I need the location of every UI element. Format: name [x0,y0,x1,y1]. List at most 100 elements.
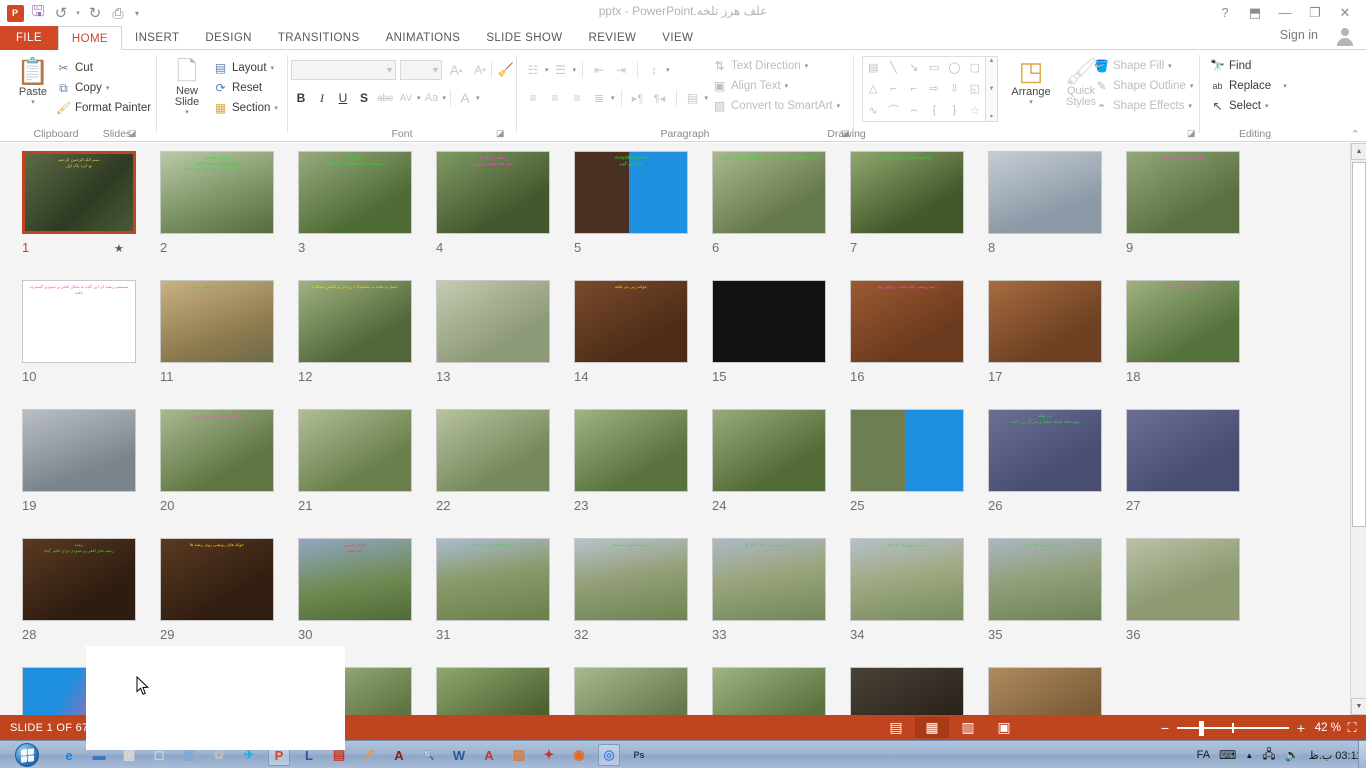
slide-thumbnail-8[interactable]: 8 [988,151,1102,255]
shape-effects-dropdown-icon[interactable]: ▾ [1188,102,1192,110]
line-spacing-button[interactable]: ↕ [644,60,664,80]
slide-image[interactable] [850,409,964,492]
reset-button[interactable]: ⟳ Reset [213,78,278,98]
shape-elbow-icon[interactable]: ⌐ [890,83,896,95]
justify-dropdown-icon[interactable]: ▾ [611,94,615,102]
slide-thumbnail-3[interactable]: گیاه تلخه مشخصات گیاهشناسی و پراکنش 3 [298,151,412,255]
slide-image[interactable]: خسارت تلخه به محصولات زراعی و کاهش عملکر… [298,280,412,363]
show-desktop-button[interactable] [1358,741,1366,768]
slide-thumbnail-16[interactable]: رشد رویشی گیاه تلخه در اوایل بهار 16 [850,280,964,384]
font-color-dropdown-icon[interactable]: ▾ [476,94,480,102]
shape-folded-corner-icon[interactable]: ◱ [970,82,980,95]
slide-thumbnail-25[interactable]: 25 [850,409,964,513]
layout-button[interactable]: ▤ Layout ▾ [213,58,278,78]
decrease-indent-button[interactable]: ⇤ [589,60,609,80]
paint-icon[interactable]: 🖊 [358,744,380,766]
align-text-button[interactable]: ▣ Align Text ▾ [712,76,840,96]
pdf-tool-icon[interactable]: ▨ [508,744,530,766]
slide-thumbnail-35[interactable]: مدیریت تلفیقی علف هرز 35 [988,538,1102,642]
bullets-button[interactable]: ☷ [523,60,543,80]
increase-indent-button[interactable]: ⇥ [611,60,631,80]
slide-thumbnail-9[interactable]: گل آذین و گل های تلخه 9 [1126,151,1240,255]
slide-image[interactable] [850,667,964,715]
rtl-direction-button[interactable]: ¶◂ [650,88,670,108]
slide-thumbnail-20[interactable]: تراکم بوته های تلخه در مزرعه 20 [160,409,274,513]
shape-outline-button[interactable]: ✎ Shape Outline ▾ [1094,76,1193,96]
tab-slide-show[interactable]: SLIDE SHOW [473,26,575,50]
network-icon[interactable]: 🖧 [1262,745,1275,766]
slide-thumbnail-14[interactable]: جوانه زنی بذر تلخه 14 [574,280,688,384]
numbering-dropdown-icon[interactable]: ▾ [573,66,577,74]
tab-review[interactable]: REVIEW [576,26,650,50]
close-button[interactable]: ✕ [1330,2,1360,24]
shapes-more-icon[interactable]: ▾ [990,113,993,120]
slide-image[interactable] [988,151,1102,234]
drawing-dialog-launcher[interactable]: ◪ [1187,128,1196,139]
scrollbar-thumb[interactable] [1352,162,1366,527]
clock[interactable]: 03:11 ب.ظ [1309,749,1362,762]
layout-dropdown-icon[interactable]: ▾ [271,64,275,72]
chrome-icon[interactable]: ◎ [598,744,620,766]
shape-rounded-rect-icon[interactable]: ▢ [970,61,980,74]
clear-formatting-icon[interactable]: 🧹 [496,60,516,80]
text-direction-dropdown-icon[interactable]: ▾ [805,62,809,70]
sign-in-link[interactable]: Sign in [1280,28,1318,42]
new-slide-button[interactable]: 🗋 New Slide ▾ [163,56,211,116]
slide-image[interactable]: بذر تلخه میوه تلخه فندقه شکل و به رنگ زرد… [988,409,1102,492]
slide-thumbnail-34[interactable]: مبارزه بیولوژیک با تلخه 34 [850,538,964,642]
find-button[interactable]: 🔭 Find [1210,56,1287,76]
tab-design[interactable]: DESIGN [192,26,265,50]
slide-image[interactable] [436,667,550,715]
slide-thumbnail-40[interactable]: 40 [436,667,550,715]
slide-thumbnail-30[interactable]: خواص دارویی گیاه تلخه 30 [298,538,412,642]
shape-triangle-icon[interactable]: △ [869,82,877,95]
slide-image[interactable]: جوانه های رویشی روی ریشه ها [160,538,274,621]
slide-image[interactable] [1126,538,1240,621]
start-button[interactable] [4,741,50,768]
font-size-input[interactable]: ▾ [400,60,442,80]
shape-right-brace-icon[interactable]: } [953,104,957,116]
slide-image[interactable] [988,280,1102,363]
slide-image[interactable]: خواص دارویی گیاه تلخه [298,538,412,621]
slide-image[interactable]: رویشگاه تلخه در مناطق خشک [160,280,274,363]
slide-thumbnail-11[interactable]: رویشگاه تلخه در مناطق خشک 11 [160,280,274,384]
tab-transitions[interactable]: TRANSITIONS [265,26,373,50]
slide-thumbnail-28[interactable]: ریشه ریشه های افقی و عمودی برای تکثیر گیا… [22,538,136,642]
slide-thumbnail-42[interactable]: 42 [712,667,826,715]
scroll-up-button[interactable]: ▲ [1351,143,1366,160]
internet-explorer-icon[interactable]: e [58,744,80,766]
align-text-dropdown-icon[interactable]: ▾ [785,82,789,90]
slide-image[interactable]: مدیریت تلفیقی علف هرز [988,538,1102,621]
columns-button[interactable]: ▤ [683,88,703,108]
tab-view[interactable]: VIEW [649,26,706,50]
zoom-level-label[interactable]: 42 % [1315,722,1341,734]
shape-arrow-icon[interactable]: ↘ [909,61,918,74]
zoom-in-button[interactable]: + [1296,720,1306,736]
slide-thumbnail-26[interactable]: بذر تلخه میوه تلخه فندقه شکل و به رنگ زرد… [988,409,1102,513]
slide-thumbnail-31[interactable]: روش های مبارزه با تلخه 31 [436,538,550,642]
slide-image[interactable]: کنترل مکانیکی و شخم [574,538,688,621]
slide-image[interactable] [712,409,826,492]
slide-image[interactable]: خانواده کاسنی Asteraceae-Compositae تلخه ی… [160,151,274,234]
select-button[interactable]: ↖ Select ▾ [1210,96,1287,116]
shape-star-icon[interactable]: ☆ [970,104,980,117]
zoom-out-button[interactable]: − [1160,720,1170,736]
slide-thumbnail-23[interactable]: 23 [574,409,688,513]
search-icon[interactable]: 🔍 [418,744,440,766]
slide-image[interactable]: گل های ارغوانی تلخه [1126,280,1240,363]
slide-thumbnail-24[interactable]: 24 [712,409,826,513]
slide-image[interactable]: گیاه تلخه مشخصات گیاهشناسی و پراکنش [298,151,412,234]
shape-down-arrow-icon[interactable]: ⇩ [950,82,959,95]
numbering-button[interactable]: ☰ [551,60,571,80]
slide-image[interactable]: ساقه و برگ ها ریشه های افقی و عمودی [436,151,550,234]
slide-sorter-view-button[interactable]: ▦ [915,717,949,738]
character-spacing-button[interactable]: AV [396,88,416,108]
slide-image[interactable]: جنس Centaurea وارد و در جنس Acroptilon ق… [712,151,826,234]
shapes-scroll-up-icon[interactable]: ▲ [989,58,995,64]
format-painter-button[interactable]: 🖌 Format Painter [56,98,151,118]
minimize-button[interactable]: — [1270,2,1300,24]
shadow-button[interactable]: S [354,88,374,108]
reading-view-button[interactable]: ▥ [951,717,985,738]
language-indicator[interactable]: FA [1197,749,1210,761]
slide-image[interactable] [436,409,550,492]
